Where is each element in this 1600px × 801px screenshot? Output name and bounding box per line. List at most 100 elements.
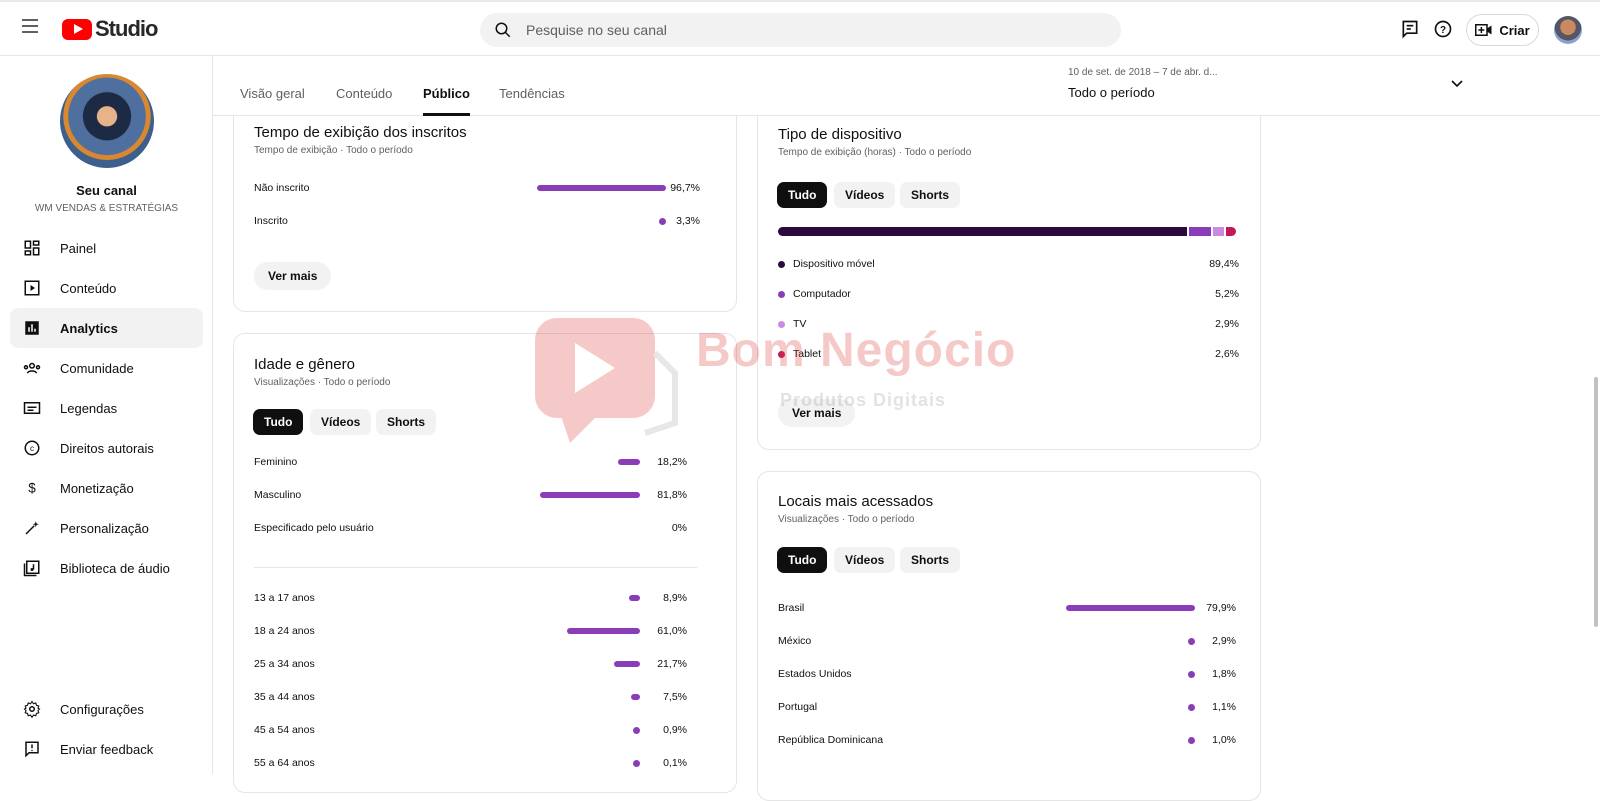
sidebar-item-personalizacao[interactable]: Personalização [10, 508, 203, 548]
audio-library-icon [22, 558, 42, 578]
sidebar-item-direitos-autorais[interactable]: c Direitos autorais [10, 428, 203, 468]
legend-dot [778, 351, 785, 358]
add-video-icon [1475, 24, 1492, 36]
see-more-button[interactable]: Ver mais [778, 399, 856, 427]
row-label: Portugal [778, 701, 818, 713]
bar-dot [659, 218, 666, 225]
channel-avatar[interactable] [60, 74, 154, 168]
help-icon[interactable]: ? [1433, 19, 1455, 41]
device-stack-segment [778, 227, 1187, 236]
account-avatar[interactable] [1554, 16, 1582, 44]
sidebar-item-label: Monetização [60, 480, 134, 496]
row-label: 55 a 64 anos [254, 757, 315, 769]
channel-title: Seu canal [76, 183, 137, 198]
device-type-card: Tipo de dispositivo Tempo de exibição (h… [757, 100, 1261, 450]
legend-dot [778, 321, 785, 328]
filter-chip-videos[interactable]: Vídeos [834, 547, 896, 573]
subscriber-watch-card: Tempo de exibição dos inscritos Tempo de… [233, 100, 737, 312]
sidebar-item-painel[interactable]: Painel [10, 228, 203, 268]
row-value: 2,9% [1215, 318, 1239, 330]
sidebar: Seu canal WM VENDAS & ESTRATÉGIAS Painel… [0, 56, 213, 774]
filter-chip-videos[interactable]: Vídeos [834, 182, 896, 208]
bar [629, 595, 640, 601]
legend-dot [778, 291, 785, 298]
sidebar-item-label: Analytics [60, 320, 118, 336]
sidebar-item-legendas[interactable]: Legendas [10, 388, 203, 428]
row-value: 5,2% [1215, 288, 1239, 300]
sidebar-item-conteudo[interactable]: Conteúdo [10, 268, 203, 308]
row-label: República Dominicana [778, 734, 884, 746]
sidebar-item-enviar-feedback[interactable]: Enviar feedback [10, 729, 203, 769]
row-label: Especificado pelo usuário [254, 522, 374, 534]
create-button[interactable]: Criar [1466, 14, 1539, 46]
card-title: Tempo de exibição dos inscritos [254, 124, 467, 141]
sidebar-item-label: Direitos autorais [60, 440, 154, 456]
filter-chip-videos[interactable]: Vídeos [310, 409, 372, 435]
tab-conteudo[interactable]: Conteúdo [336, 86, 392, 116]
divider [254, 567, 697, 568]
tab-tendencias[interactable]: Tendências [499, 86, 565, 116]
sidebar-item-label: Biblioteca de áudio [60, 560, 170, 576]
period-selector[interactable]: 10 de set. de 2018 – 7 de abr. d... Todo… [1068, 67, 1463, 100]
card-subtitle: Visualizações · Todo o período [778, 514, 915, 525]
sidebar-item-biblioteca-de-audio[interactable]: Biblioteca de áudio [10, 548, 203, 588]
see-more-button[interactable]: Ver mais [254, 262, 332, 290]
channel-name: WM VENDAS & ESTRATÉGIAS [34, 203, 179, 214]
bar-dot [1188, 638, 1195, 645]
card-subtitle: Visualizações · Todo o período [254, 377, 391, 388]
search-bar[interactable] [480, 13, 1121, 47]
row-value: 18,2% [657, 456, 687, 468]
dashboard-icon [22, 238, 42, 258]
bar [1066, 605, 1195, 611]
sidebar-item-analytics[interactable]: Analytics [10, 308, 203, 348]
period-label: Todo o período [1068, 85, 1155, 100]
create-label: Criar [1499, 22, 1530, 38]
sidebar-item-configuracoes[interactable]: Configurações [10, 689, 203, 729]
sidebar-item-label: Enviar feedback [60, 741, 154, 757]
bar [617, 459, 640, 465]
bar [566, 628, 640, 634]
filter-chip-all[interactable]: Tudo [777, 182, 828, 208]
row-label: 25 a 34 anos [254, 658, 315, 670]
row-label: 35 a 44 anos [254, 691, 315, 703]
bar-dot [633, 760, 640, 767]
row-value: 8,9% [663, 592, 687, 604]
search-input[interactable] [526, 13, 1086, 47]
tab-visao-geral[interactable]: Visão geral [240, 86, 305, 116]
row-label: Brasil [778, 602, 805, 614]
sidebar-item-monetizacao[interactable]: $ Monetização [10, 468, 203, 508]
logo-text: Studio [95, 16, 158, 41]
copyright-icon: c [22, 438, 42, 458]
comment-alert-icon[interactable] [1400, 19, 1422, 41]
sidebar-item-label: Personalização [60, 520, 149, 536]
filter-chip-shorts[interactable]: Shorts [900, 182, 961, 208]
youtube-play-icon [62, 18, 92, 40]
row-label: Estados Unidos [778, 668, 852, 680]
menu-icon[interactable] [22, 19, 40, 37]
filter-chip-all[interactable]: Tudo [253, 409, 304, 435]
device-stack-segment [1188, 227, 1211, 236]
filter-chip-shorts[interactable]: Shorts [900, 547, 961, 573]
card-title: Locais mais acessados [778, 493, 934, 510]
studio-logo[interactable]: Studio [62, 16, 158, 42]
monetization-icon: $ [22, 478, 42, 498]
filter-chip-shorts[interactable]: Shorts [376, 409, 437, 435]
sidebar-item-label: Configurações [60, 701, 144, 717]
analytics-icon [22, 318, 42, 338]
filter-chip-all[interactable]: Tudo [777, 547, 828, 573]
svg-text:?: ? [1440, 25, 1446, 36]
sidebar-item-comunidade[interactable]: Comunidade [10, 348, 203, 388]
row-label: Tablet [793, 348, 822, 360]
search-icon [495, 22, 511, 38]
bar-dot [1188, 737, 1195, 744]
card-subtitle: Tempo de exibição (horas) · Todo o perío… [778, 147, 972, 158]
row-label: Inscrito [254, 215, 288, 227]
row-value: 0% [671, 522, 687, 534]
tab-publico[interactable]: Público [423, 86, 470, 116]
legend-dot [778, 261, 785, 268]
scrollbar-thumb[interactable] [1594, 377, 1598, 627]
age-gender-card: Idade e gênero Visualizações · Todo o pe… [233, 333, 737, 793]
subtitles-icon [22, 398, 42, 418]
sidebar-item-label: Conteúdo [60, 280, 117, 296]
device-stack-segment [1226, 227, 1236, 236]
